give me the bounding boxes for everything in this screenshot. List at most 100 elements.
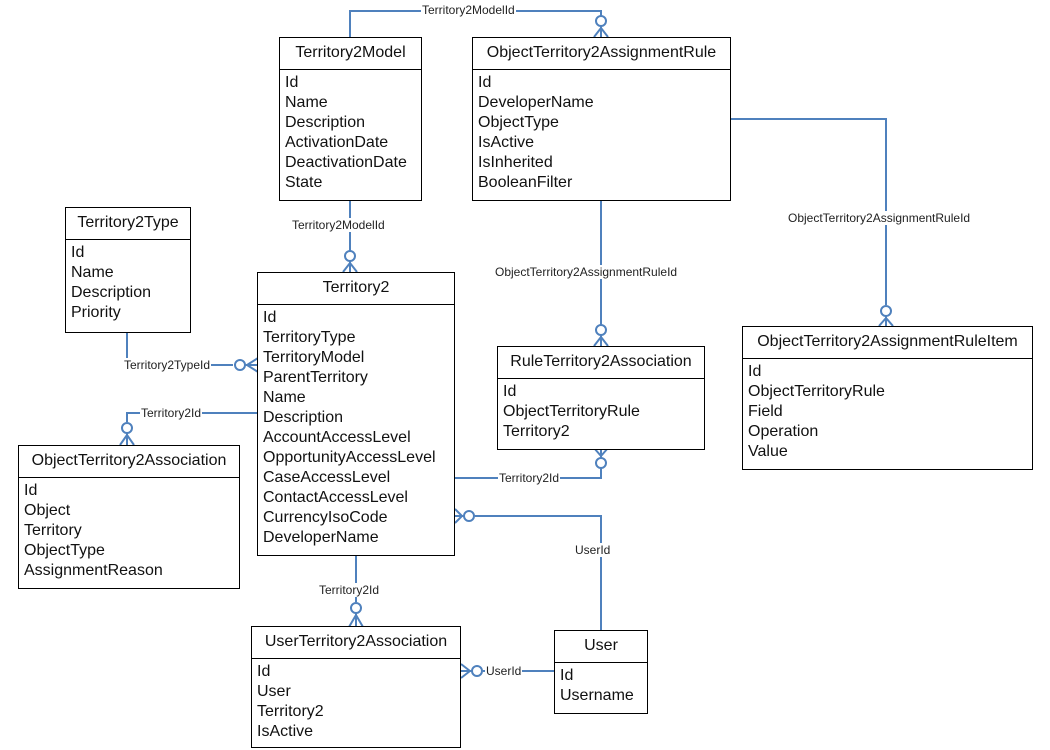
zero-many-marker	[344, 250, 356, 262]
entity-field: TerritoryType	[263, 329, 356, 346]
entity-title: Territory2Model	[280, 38, 421, 70]
entity-field: Id	[263, 309, 277, 326]
entity-field: Id	[285, 74, 299, 91]
entity-field: AccountAccessLevel	[263, 429, 411, 446]
entity-field: Field	[748, 403, 783, 420]
entity-fields: Id Object Territory ObjectType AssignmentRea…	[19, 478, 239, 585]
entity-field: ObjectType	[24, 542, 105, 559]
entity-field: Territory	[24, 522, 82, 539]
entity-field: Description	[285, 114, 366, 131]
zero-many-marker	[350, 602, 362, 614]
relationship-label: Territory2Id	[318, 583, 381, 597]
entity-fields: Id ObjectTerritoryRule Field Operation Value	[743, 359, 1032, 466]
entity-field: Territory2	[503, 423, 570, 440]
crows-foot	[454, 508, 464, 524]
entity-field: Operation	[748, 423, 819, 440]
entity-field: Value	[748, 443, 788, 460]
crows-foot	[593, 335, 609, 347]
entity-field: CaseAccessLevel	[263, 469, 391, 486]
relationship-label: UserId	[574, 543, 612, 557]
entity-title: ObjectTerritory2AssignmentRuleItem	[743, 327, 1032, 359]
relationship-label: Territory2TypeId	[123, 358, 212, 372]
entity-field: Id	[71, 244, 85, 261]
entity-field: IsInherited	[478, 154, 553, 171]
entity-field: IsActive	[478, 134, 535, 151]
entity-field: User	[257, 683, 291, 700]
entity-field: Description	[263, 409, 344, 426]
crows-foot	[878, 316, 894, 327]
entity-fields: Id Name Description ActivationDate Deactivat…	[280, 70, 421, 197]
entity-territory2[interactable]: Territory2 Id TerritoryType TerritoryModel…	[257, 272, 455, 556]
entity-title: Territory2	[258, 273, 454, 305]
entity-userterritory2association[interactable]: UserTerritory2Association Id User Territor…	[251, 626, 461, 748]
crows-foot	[119, 433, 135, 446]
entity-fields: Id Name Description Priority	[66, 240, 190, 327]
entity-title: Territory2Type	[66, 208, 190, 240]
entity-field: Name	[285, 94, 328, 111]
entity-fields: Id TerritoryType TerritoryModel ParentTerri…	[258, 305, 454, 552]
entity-fields: Id Username	[555, 663, 647, 710]
entity-title: RuleTerritory2Association	[498, 347, 704, 379]
relationship-label: Territory2Id	[498, 471, 561, 485]
relationship-label: Territory2ModelId	[421, 3, 516, 17]
entity-field: CurrencyIsoCode	[263, 509, 388, 526]
entity-field: ObjectTerritoryRule	[503, 403, 640, 420]
zero-many-marker	[595, 324, 607, 336]
entity-field: ParentTerritory	[263, 369, 368, 386]
zero-many-marker	[463, 510, 475, 522]
entity-territory2type[interactable]: Territory2Type Id Name Description Priority	[65, 207, 191, 333]
entity-field: Object	[24, 502, 71, 519]
entity-fields: Id User Territory2 IsActive	[252, 659, 460, 746]
relationship-label: Territory2ModelId	[291, 218, 386, 232]
zero-many-marker	[234, 359, 246, 371]
entity-ruleterritory2association[interactable]: RuleTerritory2Association Id ObjectTerrit…	[497, 346, 705, 450]
entity-field: Id	[503, 383, 517, 400]
entity-title: ObjectTerritory2Association	[19, 446, 239, 478]
entity-field: Priority	[71, 304, 121, 321]
relationship-label: Territory2Id	[140, 406, 203, 420]
crows-foot	[593, 26, 609, 38]
entity-territory2model[interactable]: Territory2Model Id Name Description Activat…	[279, 37, 422, 201]
zero-many-marker	[595, 15, 607, 27]
crows-foot	[460, 663, 472, 679]
entity-field: ObjectTerritoryRule	[748, 383, 885, 400]
entity-field: ContactAccessLevel	[263, 489, 408, 506]
entity-field: Name	[71, 264, 114, 281]
entity-field: Id	[257, 663, 271, 680]
entity-field: Id	[24, 482, 38, 499]
entity-field: Username	[560, 687, 634, 704]
entity-objectterritory2assignmentruleitem[interactable]: ObjectTerritory2AssignmentRuleItem Id Obj…	[742, 326, 1033, 470]
entity-user[interactable]: User Id Username	[554, 630, 648, 714]
entity-field: Id	[478, 74, 492, 91]
entity-field: DeactivationDate	[285, 154, 407, 171]
crows-foot	[342, 261, 358, 273]
entity-field: DeveloperName	[263, 529, 379, 546]
entity-field: BooleanFilter	[478, 174, 573, 191]
connector-user-to-territory2	[475, 515, 602, 630]
relationship-label: ObjectTerritory2AssignmentRuleId	[787, 211, 972, 225]
entity-fields: Id ObjectTerritoryRule Territory2	[498, 379, 704, 446]
entity-title: User	[555, 631, 647, 663]
entity-field: Id	[560, 667, 574, 684]
zero-many-marker	[880, 305, 892, 317]
entity-title: ObjectTerritory2AssignmentRule	[473, 38, 730, 70]
entity-field: State	[285, 174, 323, 191]
entity-objectterritory2assignmentrule[interactable]: ObjectTerritory2AssignmentRule Id Develop…	[472, 37, 731, 201]
entity-field: DeveloperName	[478, 94, 594, 111]
entity-field: Name	[263, 389, 306, 406]
entity-field: TerritoryModel	[263, 349, 365, 366]
zero-many-marker	[121, 422, 133, 434]
entity-objectterritory2association[interactable]: ObjectTerritory2Association Id Object Terr…	[18, 445, 240, 589]
entity-fields: Id DeveloperName ObjectType IsActive IsInher…	[473, 70, 730, 197]
entity-field: AssignmentReason	[24, 562, 163, 579]
entity-field: IsActive	[257, 723, 314, 740]
entity-title: UserTerritory2Association	[252, 627, 460, 659]
zero-many-marker	[595, 457, 607, 469]
relationship-label: ObjectTerritory2AssignmentRuleId	[494, 265, 679, 279]
entity-field: ObjectType	[478, 114, 559, 131]
zero-many-marker	[471, 665, 483, 677]
entity-field: Description	[71, 284, 152, 301]
entity-field: OpportunityAccessLevel	[263, 449, 436, 466]
crows-foot	[348, 613, 364, 628]
entity-field: Territory2	[257, 703, 324, 720]
